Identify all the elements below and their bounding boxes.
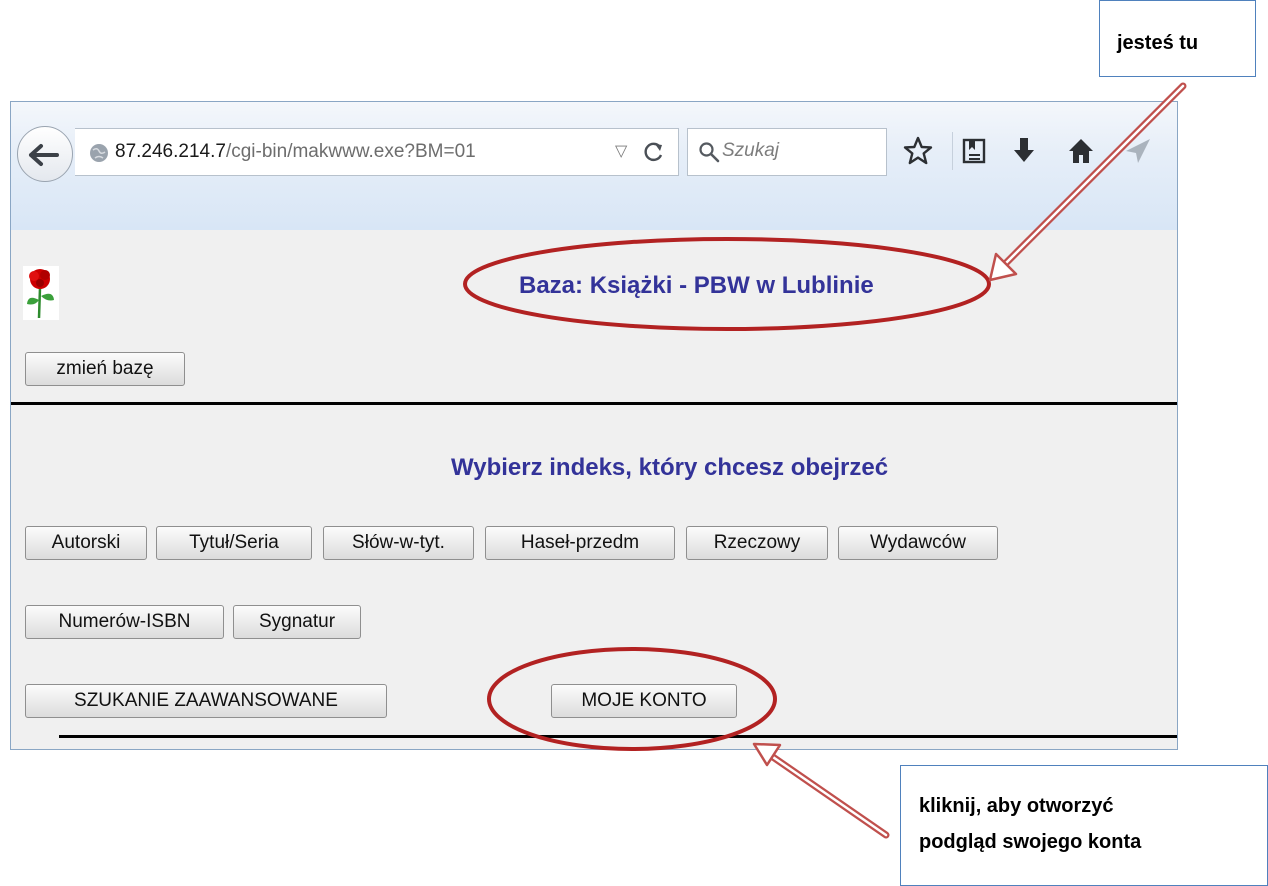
index-button-wydawcow[interactable]: Wydawców [838, 526, 998, 560]
callout-line-2: podgląd swojego konta [919, 831, 1142, 853]
index-button-isbn[interactable]: Numerów-ISBN [25, 605, 224, 639]
back-arrow-icon [29, 144, 59, 166]
url-dropdown-icon[interactable]: ▽ [615, 141, 627, 161]
browser-window: 87.246.214.7/cgi-bin/makwww.exe?BM=01 ▽ … [10, 101, 1178, 750]
download-icon[interactable] [1011, 136, 1037, 166]
bottom-divider [59, 735, 1177, 738]
rose-icon [23, 266, 59, 320]
database-title: Baza: Książki - PBW w Lublinie [519, 272, 874, 299]
annotated-screenshot: 87.246.214.7/cgi-bin/makwww.exe?BM=01 ▽ … [0, 0, 1268, 886]
back-button[interactable] [17, 126, 73, 182]
index-button-hasel[interactable]: Haseł-przedm [485, 526, 675, 560]
toolbar-separator [952, 132, 953, 170]
index-button-tytul[interactable]: Tytuł/Seria [156, 526, 312, 560]
reload-icon[interactable] [643, 141, 665, 163]
change-base-button[interactable]: zmień bazę [25, 352, 185, 386]
index-prompt: Wybierz indeks, który chcesz obejrzeć [451, 454, 889, 481]
callout-line-1: kliknij, aby otworzyć [919, 795, 1114, 817]
home-icon[interactable] [1066, 136, 1096, 166]
advanced-search-button[interactable]: SZUKANIE ZAAWANSOWANE [25, 684, 387, 718]
index-button-sygnatur[interactable]: Sygnatur [233, 605, 361, 639]
browser-toolbar: 87.246.214.7/cgi-bin/makwww.exe?BM=01 ▽ … [11, 102, 1177, 231]
page-content: Baza: Książki - PBW w Lublinie zmień baz… [11, 230, 1177, 749]
callout-open-account: kliknij, aby otworzyć podgląd swojego ko… [900, 765, 1268, 886]
url-text: 87.246.214.7/cgi-bin/makwww.exe?BM=01 [115, 141, 476, 163]
bookmarks-list-icon[interactable] [961, 136, 987, 166]
globe-icon [90, 144, 108, 162]
bookmark-star-icon[interactable] [903, 136, 933, 166]
index-button-rzeczowy[interactable]: Rzeczowy [686, 526, 828, 560]
search-placeholder: Szukaj [722, 140, 780, 161]
url-host: 87.246.214.7 [115, 141, 226, 162]
index-button-autorski[interactable]: Autorski [25, 526, 147, 560]
my-account-button[interactable]: MOJE KONTO [551, 684, 737, 718]
address-bar[interactable]: 87.246.214.7/cgi-bin/makwww.exe?BM=01 ▽ [75, 128, 679, 176]
url-path: /cgi-bin/makwww.exe?BM=01 [225, 141, 476, 162]
search-field[interactable]: Szukaj [687, 128, 887, 176]
callout-you-are-here: jesteś tu [1099, 0, 1256, 77]
index-button-slow[interactable]: Słów-w-tyt. [323, 526, 474, 560]
arrow-to-account [752, 742, 890, 839]
top-divider [11, 402, 1177, 405]
send-icon[interactable] [1123, 136, 1153, 166]
search-icon [699, 142, 720, 163]
